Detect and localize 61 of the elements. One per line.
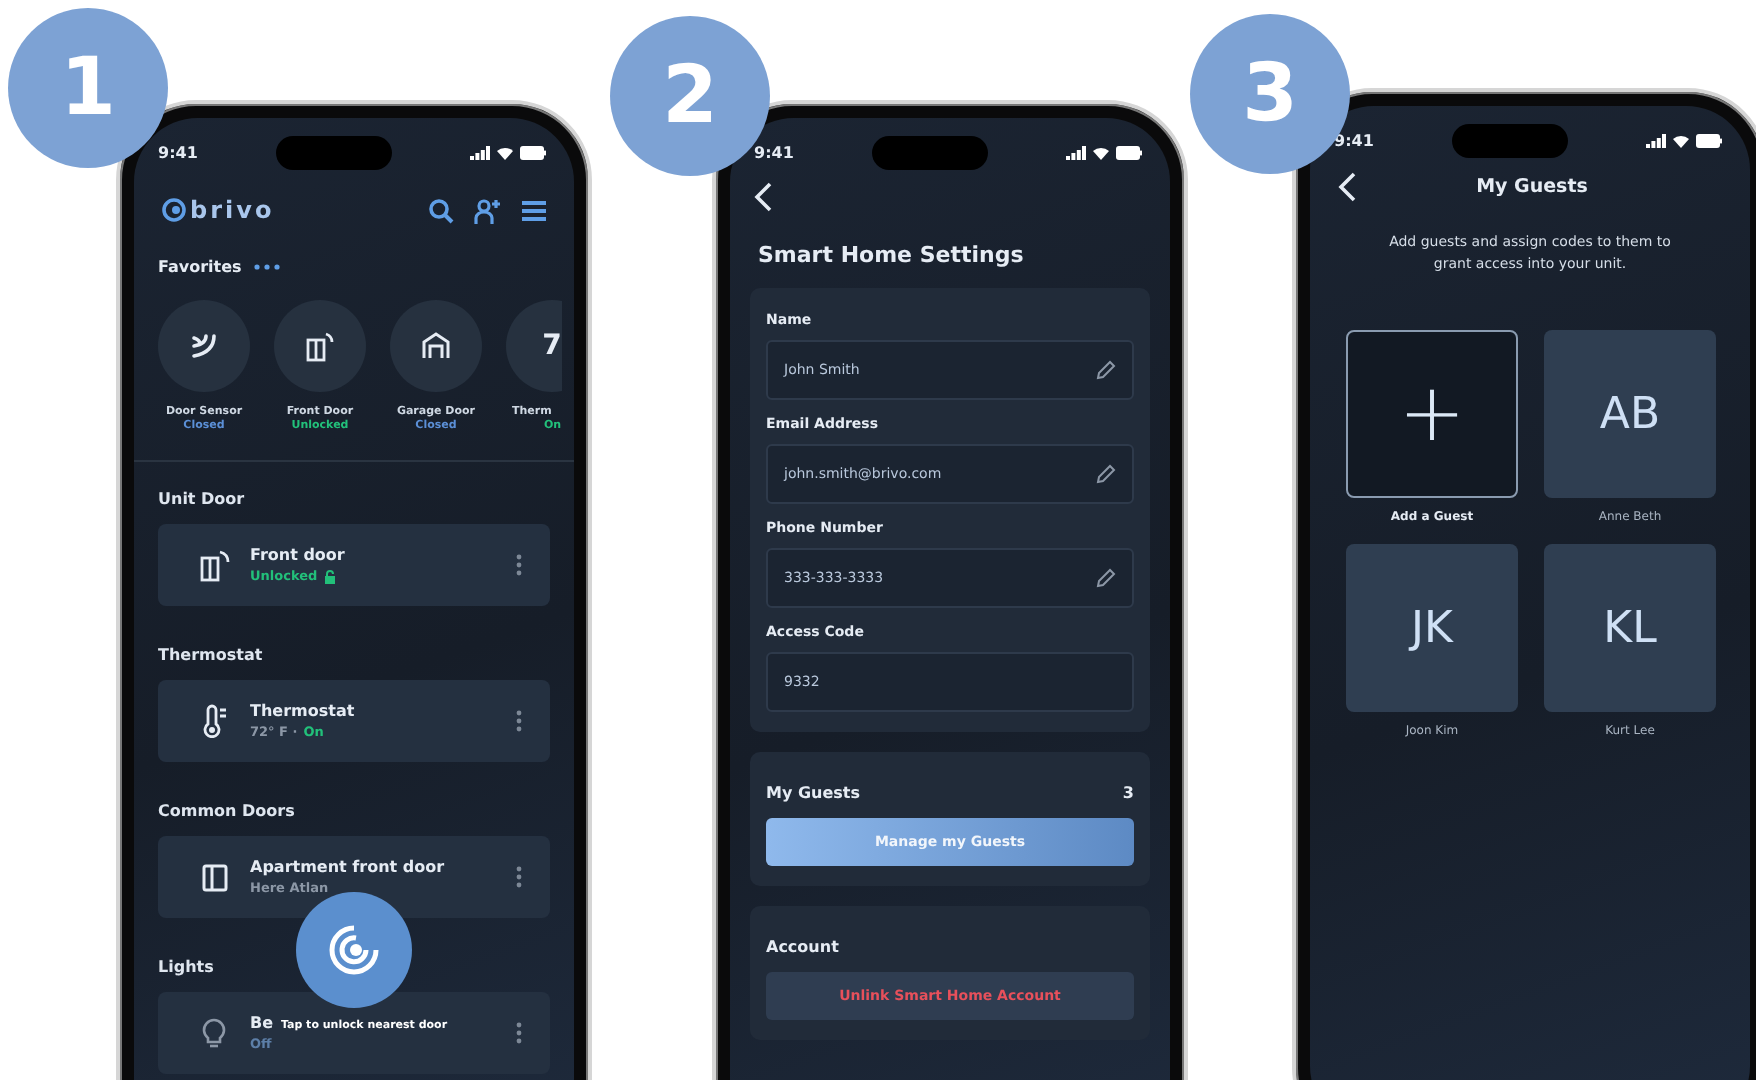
guest-count: 3 [1122,784,1134,802]
temperature-reading: 7 [542,330,562,362]
favorite-device-button[interactable] [390,300,482,392]
camera-notch [275,135,392,169]
sensor-waves-icon [188,332,220,360]
wifi-icon [1092,145,1110,159]
status-time: 9:41 [1334,131,1374,149]
device-name: Front door [250,546,345,564]
back-chevron-icon[interactable] [1338,171,1356,201]
more-options-icon[interactable] [516,710,522,732]
garage-icon [422,332,450,360]
favorite-device-button[interactable]: 7 [506,300,562,392]
more-options-icon[interactable] [516,1022,522,1044]
card-title: My Guests [766,784,860,802]
guest-tile[interactable]: JK [1346,544,1518,712]
logo-mark-icon [162,198,186,222]
section-title: Thermostat [158,646,265,664]
favorite-device-button[interactable] [158,300,250,392]
guest-tile[interactable]: KL [1544,544,1716,712]
device-name: Be [250,1014,274,1032]
favorites-title: Favorites [158,258,242,276]
thermometer-icon [201,704,227,738]
door-icon [306,331,334,361]
add-guest-button[interactable]: + [1346,330,1518,498]
add-person-icon[interactable] [474,197,502,223]
signal-icon [1066,145,1086,159]
search-icon[interactable] [428,197,454,223]
device-name: Thermostat [250,702,355,720]
wifi-icon [1672,133,1690,147]
edit-pencil-icon[interactable] [1096,568,1116,588]
section-title: Unit Door [158,490,247,508]
device-name: Apartment front door [250,858,445,876]
battery-icon [1696,133,1722,147]
door-icon [199,549,229,581]
door-panel-icon [201,862,227,892]
light-bulb-icon [202,1017,226,1049]
screen-title: Smart Home Settings [758,242,1026,268]
section-title: Lights [158,958,216,976]
more-options-icon[interactable] [516,554,522,576]
app-logo: brivo [190,196,275,224]
edit-pencil-icon[interactable] [1096,360,1116,380]
battery-icon [1116,145,1142,159]
favorite-device-button[interactable] [274,300,366,392]
back-chevron-icon[interactable] [754,182,772,212]
card-title: Account [766,938,841,956]
signal-icon [1646,133,1666,147]
section-title: Common Doors [158,802,297,820]
camera-notch [871,135,988,169]
status-time: 9:41 [158,143,198,161]
camera-notch [1451,123,1568,157]
signal-icon [470,145,490,159]
more-dots-icon[interactable] [253,264,280,270]
wifi-icon [496,145,514,159]
swirl-icon [328,924,380,976]
edit-pencil-icon[interactable] [1096,464,1116,484]
more-options-icon[interactable] [516,866,522,888]
menu-icon[interactable] [522,199,546,221]
screen-title: My Guests [1474,175,1590,197]
status-time: 9:41 [754,143,794,161]
battery-icon [520,145,546,159]
guest-tile[interactable]: AB [1544,330,1716,498]
